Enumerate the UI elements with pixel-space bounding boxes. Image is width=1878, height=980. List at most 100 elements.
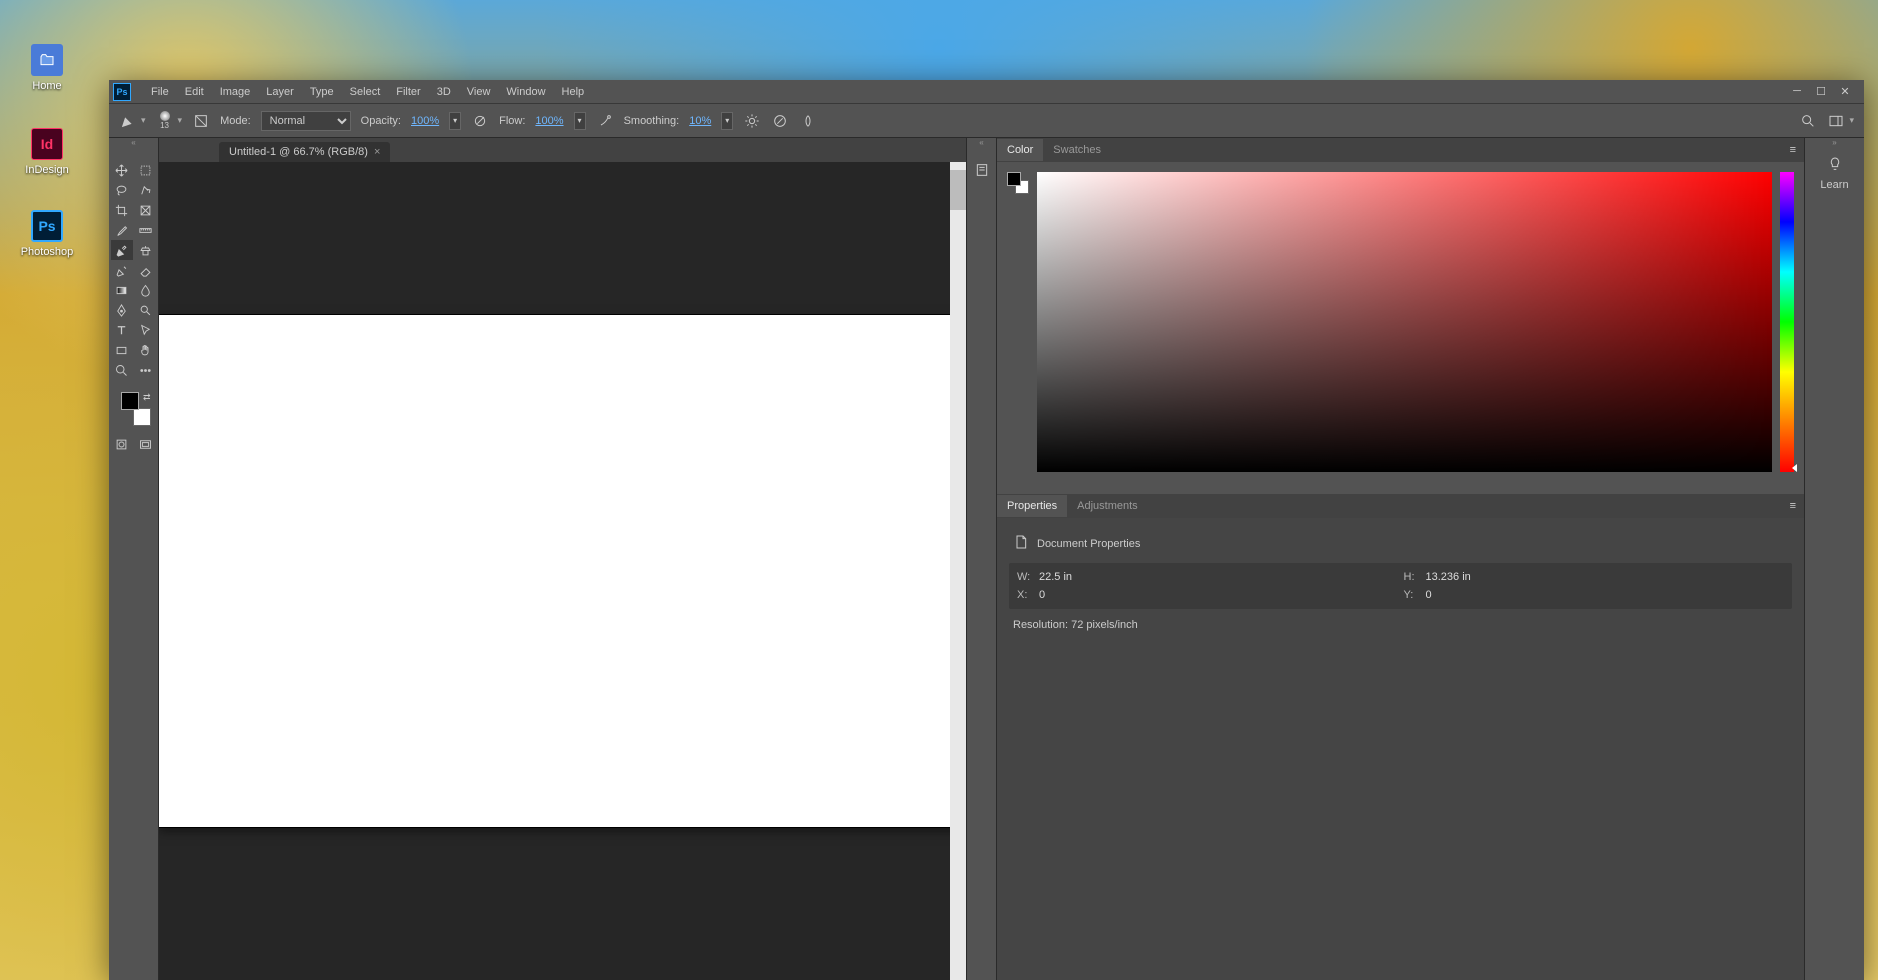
tool-brush[interactable] bbox=[111, 240, 133, 260]
tool-zoom[interactable] bbox=[111, 360, 133, 380]
flow-value[interactable]: 100% bbox=[535, 115, 563, 127]
tab-swatches[interactable]: Swatches bbox=[1043, 139, 1111, 161]
tool-screenmode[interactable] bbox=[135, 434, 157, 454]
tool-history-brush[interactable] bbox=[111, 260, 133, 280]
h-value[interactable]: 13.236 in bbox=[1426, 571, 1785, 583]
desktop-icon-photoshop[interactable]: Ps Photoshop bbox=[12, 210, 82, 258]
tool-pen[interactable] bbox=[111, 300, 133, 320]
tab-properties[interactable]: Properties bbox=[997, 495, 1067, 517]
menu-image[interactable]: Image bbox=[212, 82, 259, 102]
airbrush-icon[interactable] bbox=[596, 112, 614, 130]
menu-3d[interactable]: 3D bbox=[429, 82, 459, 102]
panel-menu-icon[interactable]: ≡ bbox=[1782, 500, 1804, 512]
tab-adjustments[interactable]: Adjustments bbox=[1067, 495, 1148, 517]
menu-help[interactable]: Help bbox=[554, 82, 593, 102]
swap-colors-icon[interactable]: ⇄ bbox=[143, 392, 151, 403]
menu-layer[interactable]: Layer bbox=[258, 82, 302, 102]
foreground-color-swatch[interactable] bbox=[121, 392, 139, 410]
tool-blur[interactable] bbox=[135, 280, 157, 300]
workspace-switcher-icon[interactable] bbox=[1827, 112, 1845, 130]
tool-clone-stamp[interactable] bbox=[135, 240, 157, 260]
opacity-value[interactable]: 100% bbox=[411, 115, 439, 127]
learn-label[interactable]: Learn bbox=[1820, 179, 1848, 191]
hue-slider[interactable] bbox=[1780, 172, 1794, 472]
tool-edit-toolbar[interactable] bbox=[135, 360, 157, 380]
panel-menu-icon[interactable]: ≡ bbox=[1782, 144, 1804, 156]
tool-lasso[interactable] bbox=[111, 180, 133, 200]
document-canvas[interactable] bbox=[159, 315, 966, 827]
symmetry-icon[interactable] bbox=[799, 112, 817, 130]
window-close-button[interactable]: ✕ bbox=[1838, 85, 1852, 98]
menu-type[interactable]: Type bbox=[302, 82, 342, 102]
tool-quick-select[interactable] bbox=[135, 180, 157, 200]
pressure-size-icon[interactable] bbox=[771, 112, 789, 130]
workspace-dropdown[interactable]: ▾ bbox=[1849, 115, 1854, 126]
tool-ruler[interactable] bbox=[135, 220, 157, 240]
opacity-dropdown[interactable]: ▾ bbox=[449, 112, 461, 130]
canvas-vertical-scrollbar[interactable] bbox=[950, 162, 966, 980]
smoothing-value[interactable]: 10% bbox=[689, 115, 711, 127]
brush-picker-dropdown[interactable]: ▾ bbox=[178, 115, 183, 126]
smoothing-gear-icon[interactable] bbox=[743, 112, 761, 130]
resolution-value[interactable]: 72 pixels/inch bbox=[1071, 619, 1138, 631]
window-minimize-button[interactable]: ─ bbox=[1790, 85, 1804, 98]
w-value[interactable]: 22.5 in bbox=[1039, 571, 1398, 583]
learn-collapse-handle[interactable]: » bbox=[1805, 138, 1864, 148]
color-panel-tabs: Color Swatches ≡ bbox=[997, 138, 1804, 162]
menu-file[interactable]: File bbox=[143, 82, 177, 102]
tool-move[interactable] bbox=[111, 160, 133, 180]
brush-preview[interactable]: 13 bbox=[156, 110, 174, 132]
mode-select[interactable]: Normal bbox=[261, 111, 351, 131]
tool-gradient[interactable] bbox=[111, 280, 133, 300]
fg-bg-color-control[interactable]: ⇄ bbox=[117, 392, 151, 426]
menu-view[interactable]: View bbox=[459, 82, 499, 102]
smoothing-label: Smoothing: bbox=[624, 115, 680, 127]
toolbox-collapse-handle[interactable]: « bbox=[109, 138, 158, 148]
properties-panel-tabs: Properties Adjustments ≡ bbox=[997, 494, 1804, 518]
opacity-label: Opacity: bbox=[361, 115, 401, 127]
window-maximize-button[interactable]: ☐ bbox=[1814, 85, 1828, 98]
tab-close-icon[interactable]: × bbox=[374, 146, 380, 158]
tool-hand[interactable] bbox=[135, 340, 157, 360]
tab-color[interactable]: Color bbox=[997, 139, 1043, 161]
y-value[interactable]: 0 bbox=[1426, 589, 1785, 601]
tool-dodge[interactable] bbox=[135, 300, 157, 320]
tool-eyedropper[interactable] bbox=[111, 220, 133, 240]
photoshop-icon: Ps bbox=[31, 210, 63, 242]
menu-filter[interactable]: Filter bbox=[388, 82, 428, 102]
dock-icon-history[interactable] bbox=[972, 160, 992, 180]
tool-crop[interactable] bbox=[111, 200, 133, 220]
menu-edit[interactable]: Edit bbox=[177, 82, 212, 102]
brush-size-value: 13 bbox=[160, 121, 169, 130]
tool-preset-dropdown[interactable]: ▾ bbox=[141, 115, 146, 126]
menu-window[interactable]: Window bbox=[498, 82, 553, 102]
pressure-opacity-icon[interactable] bbox=[471, 112, 489, 130]
canvas-area[interactable] bbox=[159, 162, 966, 980]
tool-quickmask[interactable] bbox=[111, 434, 133, 454]
dock-collapse-handle[interactable]: « bbox=[967, 138, 996, 148]
tool-eraser[interactable] bbox=[135, 260, 157, 280]
app-logo-icon[interactable]: Ps bbox=[113, 83, 131, 101]
desktop-icon-indesign[interactable]: Id InDesign bbox=[12, 128, 82, 176]
search-icon[interactable] bbox=[1799, 112, 1817, 130]
tool-path-select[interactable] bbox=[135, 320, 157, 340]
flow-dropdown[interactable]: ▾ bbox=[574, 112, 586, 130]
tool-frame[interactable] bbox=[135, 200, 157, 220]
document-tab[interactable]: Untitled-1 @ 66.7% (RGB/8) × bbox=[219, 142, 390, 162]
tool-rectangle[interactable] bbox=[111, 340, 133, 360]
desktop-icon-home[interactable]: Home bbox=[12, 44, 82, 92]
panel-fgbg-swatch[interactable] bbox=[1007, 172, 1029, 194]
brush-panel-toggle-icon[interactable] bbox=[192, 112, 210, 130]
x-value[interactable]: 0 bbox=[1039, 589, 1398, 601]
tool-type[interactable] bbox=[111, 320, 133, 340]
lightbulb-icon[interactable] bbox=[1827, 156, 1843, 175]
hue-slider-handle[interactable] bbox=[1792, 464, 1797, 472]
background-color-swatch[interactable] bbox=[133, 408, 151, 426]
tool-marquee[interactable] bbox=[135, 160, 157, 180]
current-tool-icon[interactable] bbox=[119, 112, 137, 130]
menu-select[interactable]: Select bbox=[342, 82, 389, 102]
scrollbar-thumb[interactable] bbox=[950, 170, 966, 210]
panel-fg-swatch[interactable] bbox=[1007, 172, 1021, 186]
color-field[interactable] bbox=[1037, 172, 1772, 472]
smoothing-dropdown[interactable]: ▾ bbox=[721, 112, 733, 130]
